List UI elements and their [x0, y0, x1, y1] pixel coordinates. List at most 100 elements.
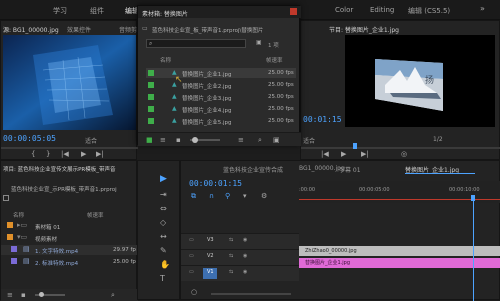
program-timecode[interactable]: 00:01:15 — [303, 115, 342, 124]
project-title[interactable]: 项目: 蓝色科技企业宣传文展示PR模板_带声音 — [3, 165, 116, 173]
bin-search-input[interactable]: ⌕ — [146, 39, 246, 48]
tab-effects[interactable]: 效果控件 — [67, 25, 91, 34]
list-view-icon[interactable]: ≡ — [160, 137, 166, 144]
menu-color[interactable]: Color — [335, 6, 353, 14]
track-v2[interactable]: ▭ V2 ⇆ ◉ — [181, 249, 299, 265]
type-tool-icon[interactable]: T — [160, 275, 165, 283]
new-item-icon[interactable]: ▣ — [273, 137, 280, 144]
time-ruler[interactable]: :00:00 00:00:05:00 00:00:10:00 — [299, 181, 500, 203]
label-color — [11, 258, 17, 264]
timeline-zoom-scroll[interactable] — [211, 293, 291, 295]
list-item[interactable]: ▾▭ 视频素材 — [1, 233, 138, 243]
lock-icon[interactable]: ■ — [146, 137, 153, 144]
mark-in-icon[interactable]: { — [31, 151, 35, 158]
menu-learn[interactable]: 学习 — [53, 6, 67, 16]
tab-source[interactable]: 源: BG1_00000.jpg — [3, 25, 59, 34]
program-scrubber[interactable] — [301, 147, 500, 149]
step-forward-icon[interactable]: ▶| — [361, 151, 369, 158]
project-path: 蓝色科技企业宣_示PR模板_带声音1.prproj — [11, 187, 117, 193]
playhead-line — [473, 201, 474, 301]
nest-icon[interactable]: ⧉ — [191, 193, 196, 200]
menu-editing[interactable]: Editing — [370, 6, 394, 14]
tab-bg[interactable]: BG1_00000.jpg — [299, 165, 345, 172]
menu-edit-cs55[interactable]: 编辑 (CS5.5) — [408, 6, 450, 16]
list-item[interactable]: ▲ 替换图片_企业3.jpg 25.00 fps — [146, 92, 296, 102]
list-item[interactable]: ▲ 替换图片_企业5.jpg 25.00 fps — [146, 116, 296, 126]
slip-tool-icon[interactable]: ↔ — [160, 233, 167, 241]
toggle-sync-icon[interactable]: ⇆ — [229, 253, 233, 259]
toggle-output-icon[interactable]: ◉ — [243, 237, 247, 243]
col-name[interactable]: 名称 — [160, 56, 171, 64]
item-fps: 25.00 fps — [268, 70, 294, 76]
list-item[interactable]: ▤ 2. 标准特效.mp4 25.00 fp — [1, 257, 138, 267]
hand-tool-icon[interactable]: ✋ — [160, 261, 170, 269]
search-icon[interactable]: ⌕ — [111, 292, 115, 299]
image-icon: ▲ — [172, 93, 177, 100]
zoom-slider-handle[interactable] — [39, 292, 44, 297]
ripple-edit-icon[interactable]: ⇔ — [160, 205, 167, 213]
col-fps[interactable]: 帧速率 — [87, 211, 104, 219]
step-back-icon[interactable]: |◀ — [321, 151, 329, 158]
timeline-clip[interactable]: 替换图片_企业1.jpg — [299, 258, 500, 268]
track-lock-icon[interactable]: ▭ — [189, 237, 194, 243]
list-item[interactable]: ▲ 替换图片_企业4.jpg 25.00 fps — [146, 104, 296, 114]
tab-program[interactable]: 节目: 替换图片_企业1.jpg — [329, 25, 399, 34]
icon-view-icon[interactable]: ▪ — [176, 137, 181, 144]
bin-titlebar[interactable]: 素材箱: 替换图片 — [138, 6, 301, 18]
program-fit-select[interactable]: 适合 — [303, 136, 315, 145]
source-scrubber[interactable] — [1, 147, 138, 149]
play-icon[interactable]: ▶ — [81, 151, 86, 158]
new-bin-icon[interactable]: ▣ — [256, 40, 262, 46]
list-item[interactable]: ▤ 1. 文字特效.mp4 29.97 fp — [1, 245, 138, 255]
program-playhead[interactable] — [353, 143, 357, 149]
track-v3[interactable]: ▭ V3 ⇆ ◉ — [181, 233, 299, 249]
pen-tool-icon[interactable]: ✎ — [160, 247, 167, 255]
list-item[interactable]: ▲ 替换图片_企业2.jpg 25.00 fps — [146, 80, 296, 90]
item-fps: 25.00 fp — [113, 259, 136, 265]
track-lock-icon[interactable]: ▭ — [189, 253, 194, 259]
col-name[interactable]: 名称 — [13, 211, 24, 219]
item-name: 替换图片_企业3.jpg — [182, 96, 232, 102]
bin-color — [7, 222, 13, 228]
search-icon[interactable] — [3, 195, 9, 201]
step-back-icon[interactable]: |◀ — [61, 151, 69, 158]
list-view-icon[interactable]: ≡ — [7, 292, 13, 299]
close-icon[interactable] — [290, 8, 297, 15]
play-icon[interactable]: ▶ — [341, 151, 346, 158]
toggle-output-icon[interactable]: ◉ — [243, 269, 247, 275]
sort-icon[interactable]: ≡ — [238, 137, 244, 144]
snap-icon[interactable]: ∩ — [209, 193, 214, 200]
zoom-out-icon[interactable]: ○ — [191, 289, 197, 296]
tab-subtitle[interactable]: 字幕 01 — [339, 165, 361, 174]
label-color — [148, 82, 154, 88]
search-icon[interactable]: ⌕ — [258, 137, 262, 144]
timeline-clip[interactable]: ZhiZhao0_00000.jpg — [299, 246, 500, 256]
linked-select-icon[interactable]: ⚲ — [225, 193, 230, 200]
source-timecode[interactable]: 00:00:05:05 — [3, 134, 56, 143]
list-item[interactable]: ▸▭ 素材箱 01 — [1, 221, 138, 231]
program-resolution-select[interactable]: 1/2 — [433, 136, 443, 143]
razor-tool-icon[interactable]: ◇ — [160, 219, 166, 227]
track-v1[interactable]: ▭ V1 ⇆ ◉ — [181, 265, 299, 281]
icon-view-icon[interactable]: ▪ — [21, 292, 26, 299]
selection-tool-icon[interactable]: ▶ — [160, 175, 167, 184]
track-select-icon[interactable]: ⇥ — [160, 191, 167, 199]
more-icon[interactable]: » — [480, 5, 485, 13]
export-frame-icon[interactable]: ◎ — [401, 151, 407, 158]
col-fps[interactable]: 帧速率 — [266, 56, 283, 64]
track-lock-icon[interactable]: ▭ — [189, 269, 194, 275]
work-area-bar[interactable] — [299, 199, 500, 200]
toggle-output-icon[interactable]: ◉ — [243, 253, 247, 259]
add-marker-icon[interactable]: ▾ — [243, 193, 247, 200]
source-fit-select[interactable]: 适合 — [85, 136, 97, 145]
tab-sequence[interactable]: 蓝色科技企业宣传合成 — [223, 165, 283, 174]
zoom-slider-handle[interactable] — [192, 137, 198, 143]
timeline-timecode[interactable]: 00:00:01:15 — [189, 179, 242, 188]
menu-assemble[interactable]: 组件 — [90, 6, 104, 16]
toggle-sync-icon[interactable]: ⇆ — [229, 269, 233, 275]
settings-icon[interactable]: ⚙ — [261, 193, 267, 200]
mark-out-icon[interactable]: } — [46, 151, 50, 158]
step-forward-icon[interactable]: ▶| — [96, 151, 104, 158]
toggle-sync-icon[interactable]: ⇆ — [229, 237, 233, 243]
list-item[interactable]: ▲ 替换图片_企业1.jpg 25.00 fps — [146, 68, 296, 78]
